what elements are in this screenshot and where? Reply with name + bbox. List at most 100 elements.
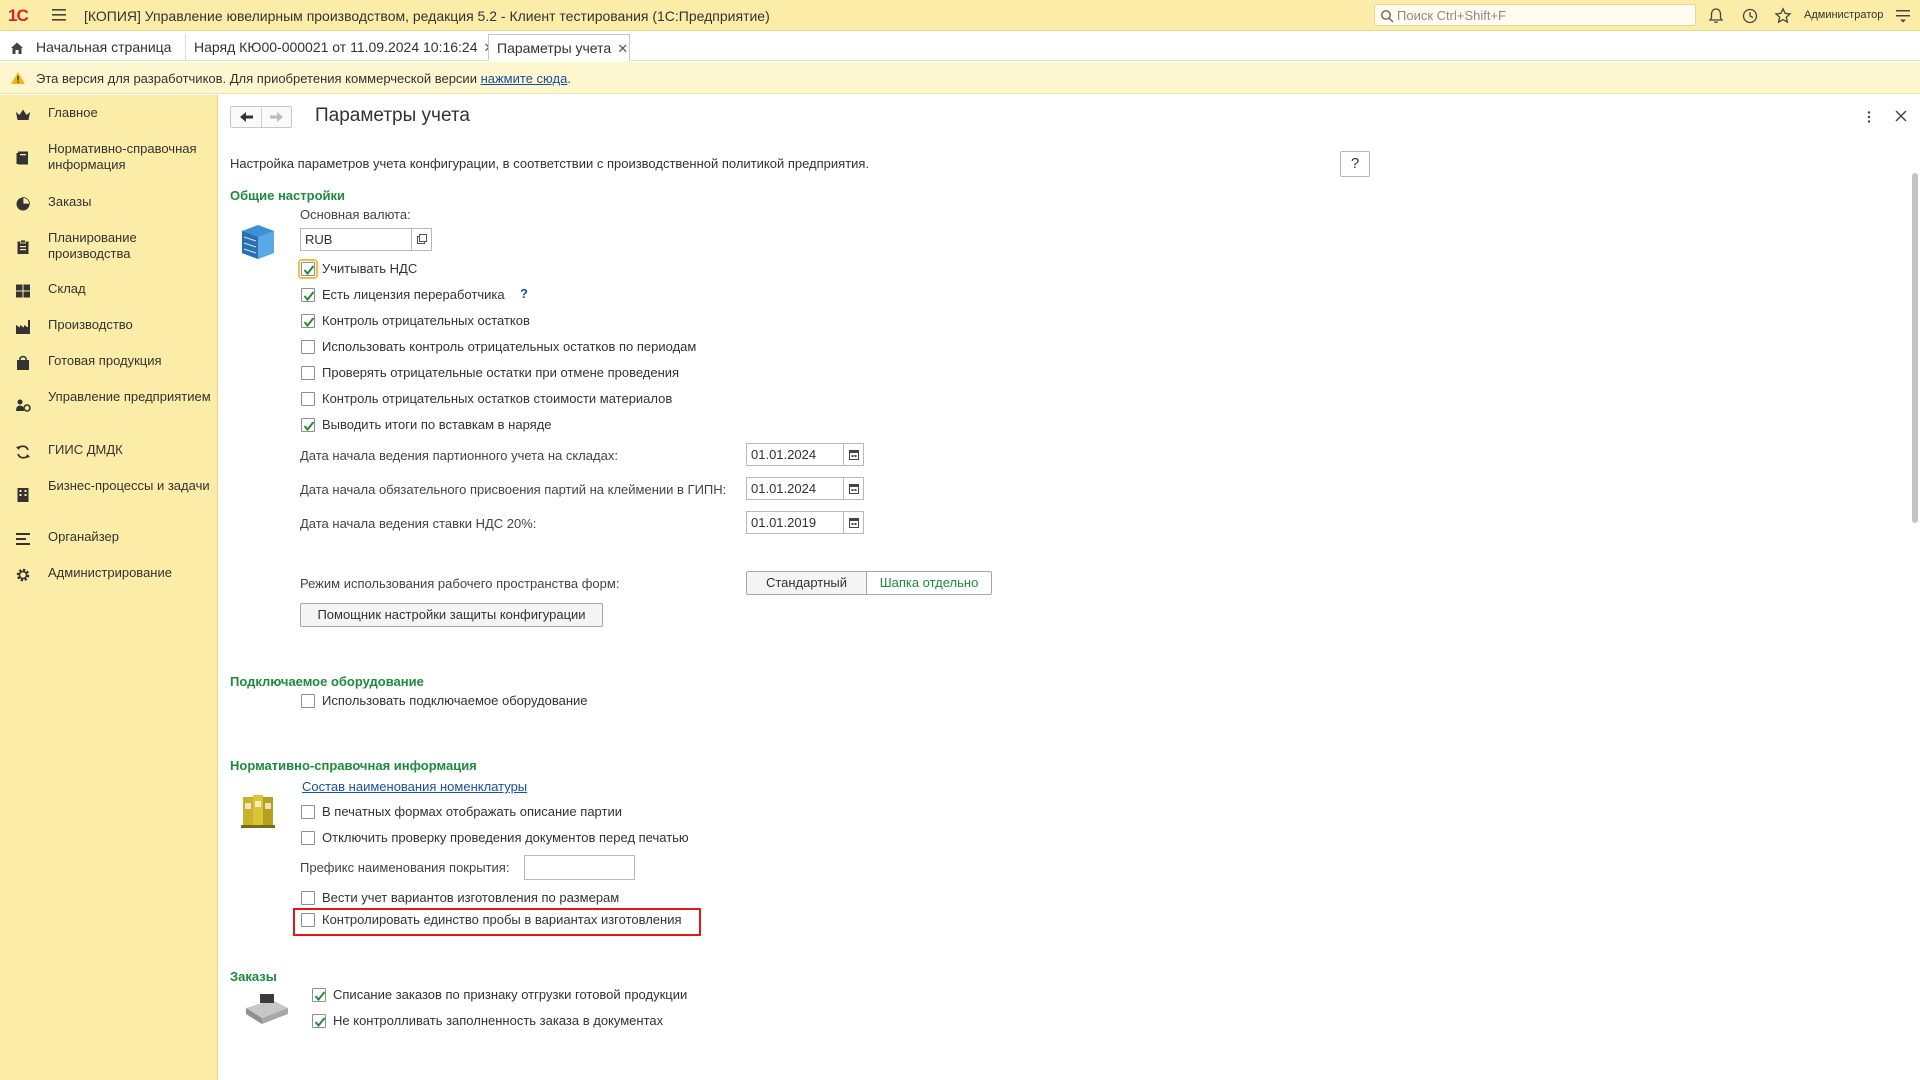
- sidebar-item-label: Склад: [48, 281, 86, 296]
- developer-notice: Эта версия для разработчиков. Для приобр…: [0, 62, 1920, 94]
- building-icon: [17, 488, 29, 502]
- checkbox-label: Выводить итоги по вставкам в наряде: [322, 417, 552, 432]
- coating-prefix-input[interactable]: [524, 855, 635, 880]
- more-actions-button[interactable]: [1863, 110, 1875, 124]
- main-menu-button[interactable]: [50, 7, 68, 23]
- crown-icon: [16, 109, 30, 120]
- calendar-icon: [849, 450, 859, 460]
- batch-date-input[interactable]: 01.01.2024: [746, 443, 844, 466]
- checkbox-label: Контролировать единство пробы в варианта…: [322, 912, 682, 927]
- sidebar-item-label: ГИИС ДМДК: [48, 442, 123, 457]
- sidebar-item-label: Заказы: [48, 194, 92, 209]
- vertical-scrollbar[interactable]: [1910, 140, 1920, 1080]
- check-icon: [303, 265, 315, 276]
- section-orders-title: Заказы: [230, 969, 277, 984]
- vat-date-input[interactable]: 01.01.2019: [746, 511, 844, 534]
- sidebar-item-label: Планирование производства: [48, 230, 137, 261]
- tab-home[interactable]: Начальная страница: [0, 34, 180, 61]
- nomenclature-name-link[interactable]: Состав наименования номенклатуры: [302, 779, 527, 794]
- history-button[interactable]: [1741, 7, 1759, 25]
- check-icon: [303, 291, 315, 302]
- search-icon: [1381, 10, 1394, 23]
- notice-message: Эта версия для разработчиков. Для приобр…: [36, 71, 481, 86]
- close-tab-icon[interactable]: ✕: [617, 41, 628, 57]
- vat-date-picker[interactable]: [844, 511, 864, 534]
- global-search[interactable]: [1374, 4, 1696, 26]
- more-vertical-icon: [1867, 111, 1871, 123]
- checkbox-label: Есть лицензия переработчика: [322, 287, 505, 302]
- list-icon: [16, 533, 30, 545]
- title-bar: 1С [КОПИЯ] Управление ювелирным производ…: [0, 0, 1920, 31]
- vat-date-label: Дата начала ведения ставки НДС 20%:: [300, 516, 537, 531]
- checkbox-label: Не контролливать заполненность заказа в …: [333, 1013, 664, 1028]
- currency-input[interactable]: RUB: [300, 228, 412, 251]
- arrow-left-icon: [240, 112, 253, 122]
- currency-open-button[interactable]: [412, 228, 432, 251]
- settings-menu-button[interactable]: [1894, 7, 1912, 25]
- checkbox-label: Отключить проверку проведения документов…: [322, 830, 689, 845]
- notice-suffix: .: [567, 71, 571, 86]
- sync-icon: [16, 445, 30, 459]
- bag-icon: [17, 355, 29, 370]
- scrollbar-thumb[interactable]: [1912, 173, 1918, 523]
- back-button[interactable]: [231, 107, 262, 127]
- binders-icon: [241, 795, 275, 828]
- app-logo[interactable]: 1С: [8, 6, 29, 26]
- clipboard-icon: [17, 239, 29, 254]
- section-general-title: Общие настройки: [230, 188, 345, 203]
- help-button[interactable]: ?: [1340, 151, 1370, 177]
- form-description: Настройка параметров учета конфигурации,…: [230, 156, 870, 171]
- workspace-mode-label: Режим использования рабочего пространств…: [300, 576, 620, 591]
- checkbox-label: Учитывать НДС: [322, 261, 418, 276]
- check-icon: [314, 1017, 326, 1028]
- book-icon: [16, 151, 28, 165]
- tab-label: Параметры учета: [497, 40, 612, 56]
- sidebar-item-label: Бизнес-процессы и задачи: [48, 478, 210, 493]
- current-user[interactable]: Администратор: [1804, 9, 1883, 21]
- forward-button[interactable]: [262, 107, 292, 127]
- gipn-date-picker[interactable]: [844, 477, 864, 500]
- sidebar-item-label: Производство: [48, 317, 133, 332]
- sidebar-item-label: Управление предприятием: [48, 389, 211, 404]
- buy-link[interactable]: нажмите сюда: [481, 71, 568, 86]
- workspace-standard-button[interactable]: Стандартный: [746, 571, 867, 595]
- tab-params[interactable]: Параметры учета ✕: [488, 34, 630, 61]
- gipn-date-input[interactable]: 01.01.2024: [746, 477, 844, 500]
- workspace-header-separate-button[interactable]: Шапка отдельно: [867, 571, 992, 595]
- calendar-icon: [849, 518, 859, 528]
- batch-date-label: Дата начала ведения партионного учета на…: [300, 448, 618, 463]
- batch-date-picker[interactable]: [844, 443, 864, 466]
- check-icon: [314, 991, 326, 1002]
- favorites-button[interactable]: [1774, 7, 1792, 25]
- warning-icon: [11, 72, 25, 84]
- hamburger-icon: [52, 9, 66, 21]
- cash-register-icon: [246, 994, 288, 1024]
- checkbox-label: Использовать подключаемое оборудование: [322, 693, 588, 708]
- history-icon: [1742, 8, 1758, 24]
- navigation-arrows: [230, 106, 292, 128]
- database-server-icon: [242, 225, 274, 259]
- checkbox-label: В печатных формах отображать описание па…: [322, 804, 622, 819]
- search-input[interactable]: [1397, 7, 1687, 23]
- protection-wizard-button[interactable]: Помощник настройки защиты конфигурации: [300, 603, 603, 627]
- checkbox-label: Вести учет вариантов изготовления по раз…: [322, 890, 620, 905]
- tab-naryad[interactable]: Наряд КЮ00-000021 от 11.09.2024 10:16:24…: [185, 34, 494, 61]
- section-nsi-title: Нормативно-справочная информация: [230, 758, 477, 773]
- section-equipment-title: Подключаемое оборудование: [230, 674, 424, 689]
- sections-panel: Главное Нормативно-справочная информация…: [0, 95, 218, 1080]
- sidebar-item-label: Готовая продукция: [48, 353, 162, 368]
- sidebar-item-label: Главное: [48, 105, 98, 120]
- license-help-icon[interactable]: ?: [520, 286, 528, 301]
- sidebar-item-label: Нормативно-справочная информация: [48, 141, 197, 172]
- close-form-button[interactable]: [1894, 109, 1908, 123]
- star-icon: [1774, 7, 1792, 24]
- tabs-bar: Начальная страница Наряд КЮ00-000021 от …: [0, 31, 1920, 61]
- tab-label: Наряд КЮ00-000021 от 11.09.2024 10:16:24: [194, 39, 478, 55]
- gear-icon: [16, 568, 30, 582]
- notifications-button[interactable]: [1707, 7, 1725, 25]
- menu-lines-icon: [1896, 10, 1910, 23]
- window-title: [КОПИЯ] Управление ювелирным производств…: [84, 8, 770, 24]
- arrow-right-icon: [270, 112, 283, 122]
- check-icon: [303, 421, 315, 432]
- coating-prefix-label: Префикс наименования покрытия:: [300, 860, 510, 875]
